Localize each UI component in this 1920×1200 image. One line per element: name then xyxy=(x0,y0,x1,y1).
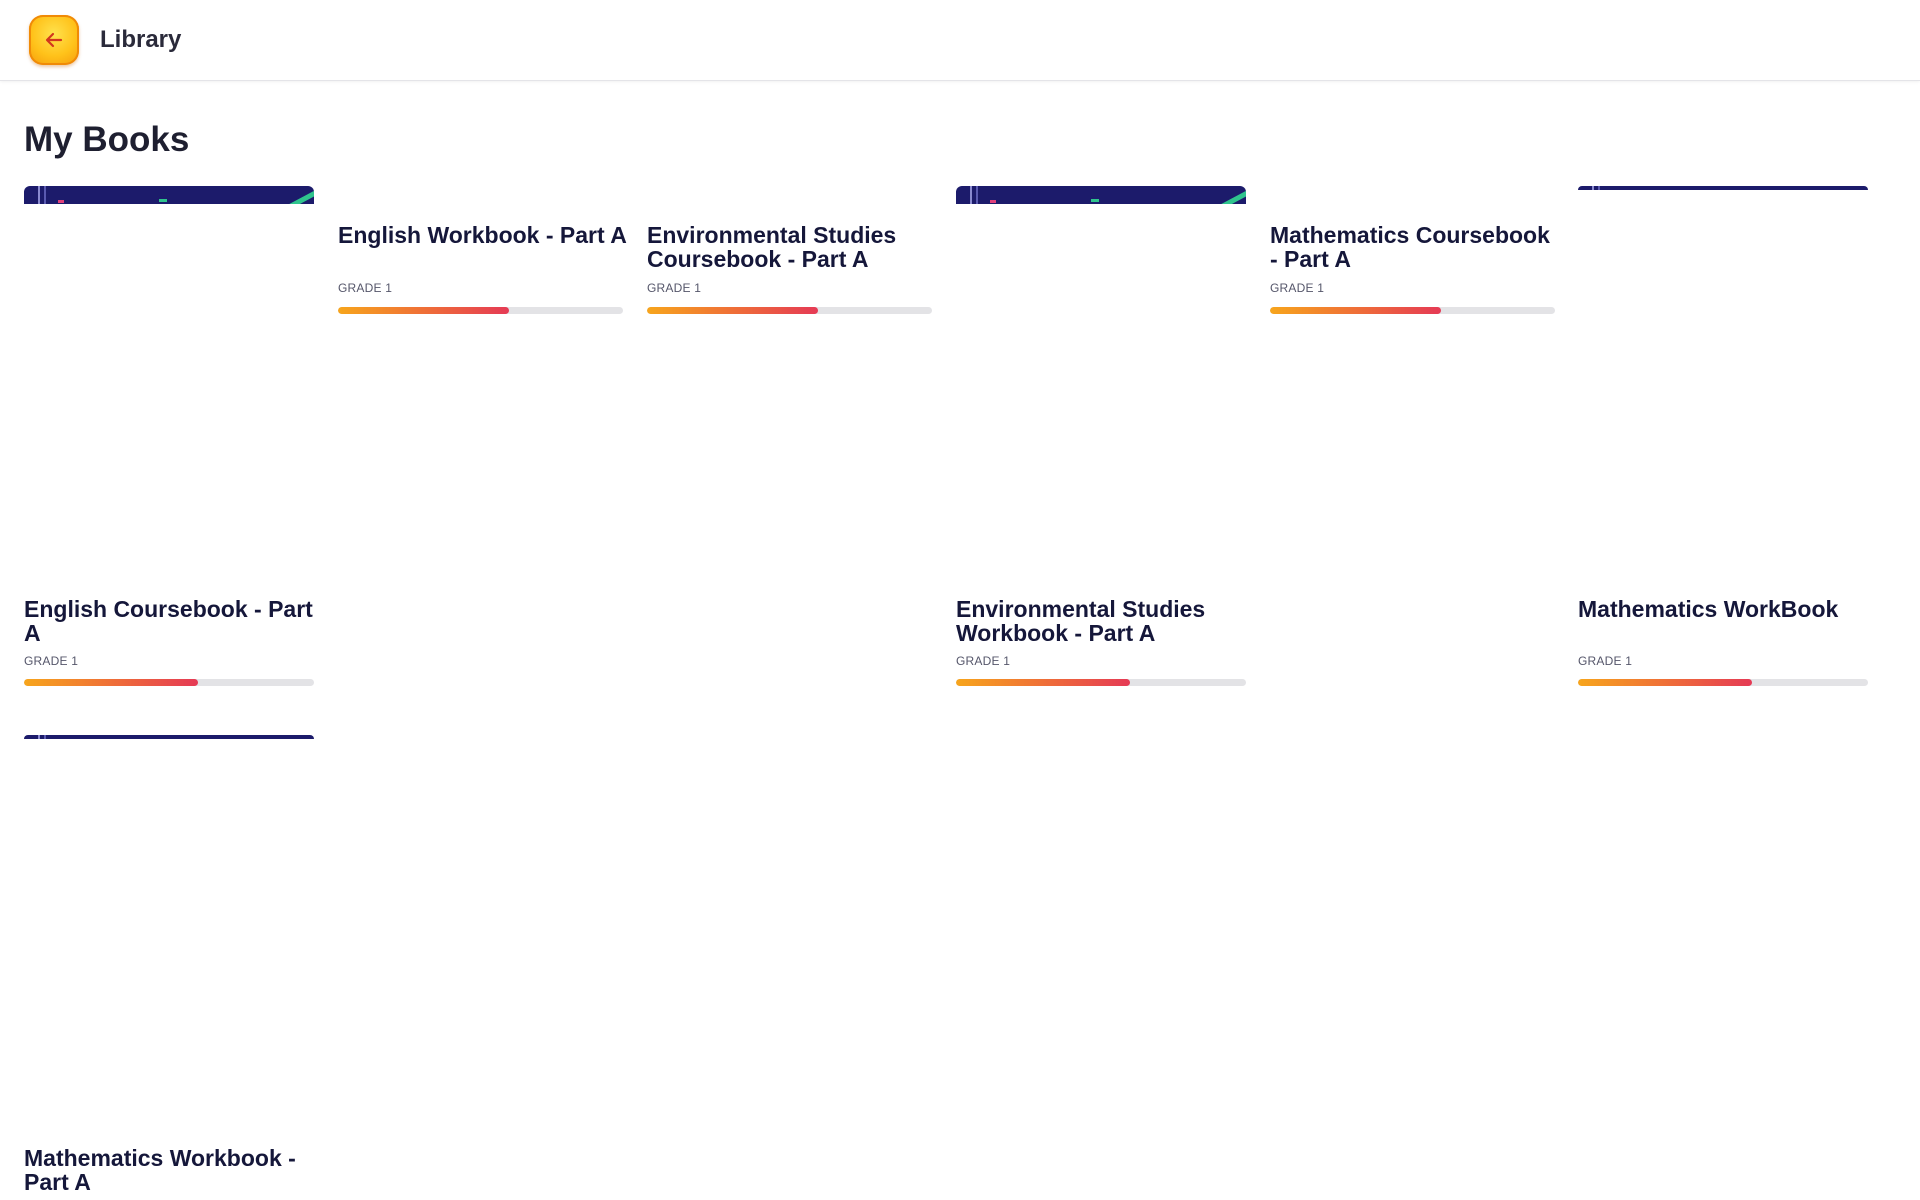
book-card[interactable]: Environmental Studies Workbook - Part A … xyxy=(956,186,1246,706)
book-card[interactable]: Mathematics Coursebook - Part A GRADE 1 xyxy=(1270,186,1560,326)
book-card[interactable]: Mathematics Workbook - Part A xyxy=(24,735,314,1200)
book-title: Mathematics WorkBook xyxy=(1578,596,1839,622)
book-cover xyxy=(956,186,1246,204)
book-card[interactable]: English Workbook - Part A GRADE 1 xyxy=(338,186,628,326)
book-progress-bar xyxy=(338,307,623,314)
book-cover xyxy=(24,186,314,204)
book-progress-bar xyxy=(956,679,1246,686)
book-card[interactable]: Mathematics WorkBook GRADE 1 xyxy=(1578,186,1868,706)
arrow-left-icon xyxy=(45,32,63,48)
page-title: My Books xyxy=(24,120,190,159)
book-progress-bar xyxy=(1578,679,1868,686)
book-title: Environmental Studies Coursebook - Part … xyxy=(647,222,897,272)
book-grade: GRADE 1 xyxy=(1270,281,1325,295)
book-title: Mathematics Workbook - Part A xyxy=(24,1145,296,1195)
book-progress-bar xyxy=(1270,307,1555,314)
book-progress-bar xyxy=(24,679,314,686)
book-card[interactable]: Environmental Studies Coursebook - Part … xyxy=(647,186,937,326)
back-button[interactable] xyxy=(29,15,79,65)
book-progress-fill xyxy=(647,307,818,314)
book-progress-bar xyxy=(647,307,932,314)
book-title: Environmental Studies Workbook - Part A xyxy=(956,596,1206,646)
book-grade: GRADE 1 xyxy=(24,654,79,668)
book-title: English Workbook - Part A xyxy=(338,222,627,248)
book-cover xyxy=(1578,186,1868,190)
book-grade: GRADE 1 xyxy=(1578,654,1633,668)
book-progress-fill xyxy=(338,307,509,314)
book-progress-fill xyxy=(956,679,1130,686)
top-bar: Library xyxy=(0,0,1920,81)
page-header-title: Library xyxy=(100,26,182,53)
book-grade: GRADE 1 xyxy=(956,654,1011,668)
book-title: Mathematics Coursebook - Part A xyxy=(1270,222,1550,272)
book-progress-fill xyxy=(1270,307,1441,314)
book-grade: GRADE 1 xyxy=(647,281,702,295)
book-progress-fill xyxy=(24,679,198,686)
book-progress-fill xyxy=(1578,679,1752,686)
book-cover xyxy=(24,735,314,739)
book-title: English Coursebook - Part A xyxy=(24,596,313,646)
book-grade: GRADE 1 xyxy=(338,281,393,295)
book-card[interactable]: English Coursebook - Part A GRADE 1 xyxy=(24,186,314,706)
